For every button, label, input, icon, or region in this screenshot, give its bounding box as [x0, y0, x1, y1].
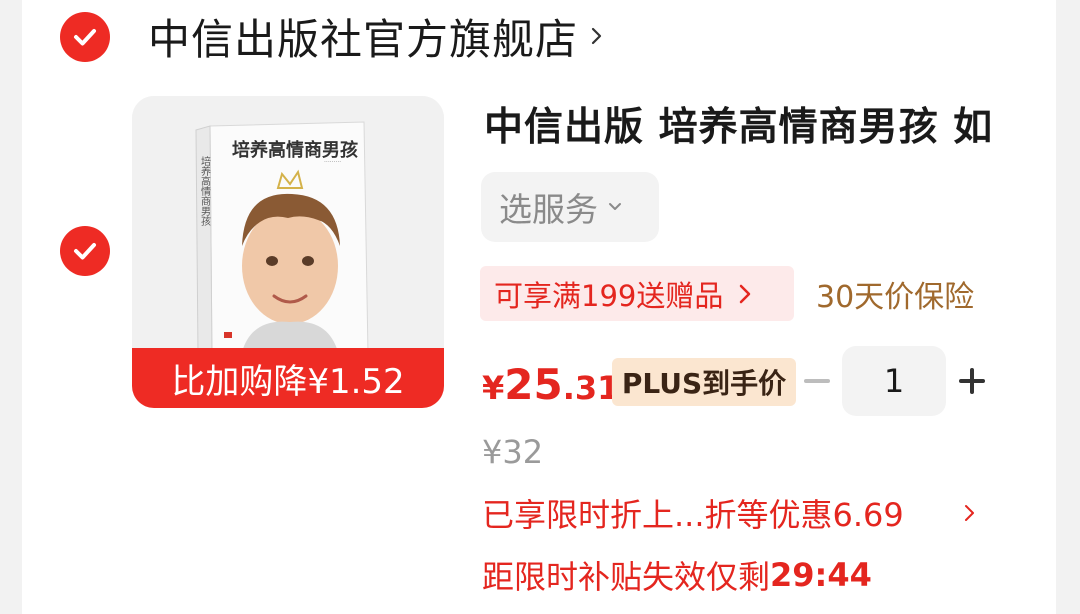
- store-name-link[interactable]: 中信出版社官方旗舰店: [148, 8, 604, 64]
- gift-promo-label: 可享满199送赠品: [494, 278, 724, 313]
- price-protection-label[interactable]: 30天价保险: [816, 266, 974, 321]
- minus-icon: [804, 379, 830, 383]
- current-price: ¥ 25 .31: [482, 360, 619, 420]
- product-image[interactable]: 培养高情商男孩 培养高情商男孩 ········· 比加购降¥1.52: [132, 96, 444, 408]
- quantity-stepper[interactable]: 1: [842, 346, 946, 416]
- book-cover-title: 培养高情商男孩: [232, 139, 358, 161]
- original-price: ¥32: [482, 433, 544, 471]
- check-icon: [74, 243, 96, 260]
- plus-icon: [959, 368, 985, 394]
- chevron-right-icon: [965, 505, 974, 521]
- discount-bar: 比加购降¥1.52: [132, 348, 444, 408]
- chevron-right-icon: [740, 284, 751, 303]
- store-select-checkbox[interactable]: [60, 12, 110, 62]
- price-decimal: .31: [562, 369, 620, 407]
- promo-text: 已享限时折上...折等优惠6.69: [482, 496, 904, 534]
- countdown-label: 距限时补贴失效仅剩: [482, 558, 771, 596]
- decrease-quantity-button[interactable]: [804, 366, 830, 396]
- item-select-checkbox[interactable]: [60, 226, 110, 276]
- product-title[interactable]: 中信出版 培养高情商男孩 如: [484, 96, 1024, 152]
- book-spine-text: 培养高情商男孩: [199, 155, 211, 227]
- gift-promo-tag[interactable]: 可享满199送赠品: [480, 266, 794, 321]
- service-label: 选服务: [499, 190, 598, 229]
- chevron-right-icon: [591, 27, 602, 45]
- countdown-time: 29:44: [770, 556, 872, 594]
- plus-price-tag: PLUS到手价: [612, 358, 796, 406]
- price-integer: 25: [504, 360, 563, 409]
- promo-details-link[interactable]: 已享限时折上...折等优惠6.69: [482, 490, 982, 536]
- store-name: 中信出版社官方旗舰店: [148, 14, 579, 64]
- price-currency: ¥: [482, 369, 505, 407]
- svg-text:·········: ·········: [324, 159, 341, 166]
- select-service-button[interactable]: 选服务: [481, 172, 659, 242]
- increase-quantity-button[interactable]: [958, 366, 986, 396]
- chevron-down-icon: [609, 203, 621, 210]
- subsidy-countdown: 距限时补贴失效仅剩 29:44: [482, 552, 872, 598]
- check-icon: [74, 29, 96, 46]
